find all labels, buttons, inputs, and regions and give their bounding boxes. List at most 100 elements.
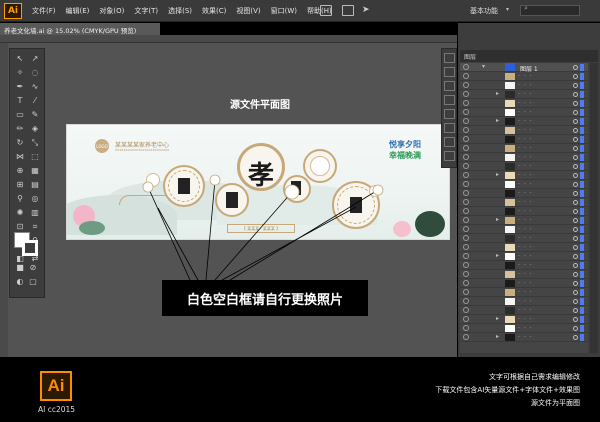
menu-file[interactable]: 文件(F)	[32, 6, 56, 16]
target-circle-icon[interactable]	[573, 272, 578, 277]
lasso-tool-icon[interactable]: ◌	[29, 67, 41, 79]
eraser-tool-icon[interactable]: ◈	[29, 123, 41, 135]
target-circle-icon[interactable]	[573, 281, 578, 286]
target-circle-icon[interactable]	[573, 254, 578, 259]
selection-tool-icon[interactable]: ↖	[14, 53, 26, 65]
transparency-panel-icon[interactable]	[444, 137, 455, 147]
workspace-switcher[interactable]: 基本功能	[470, 6, 498, 16]
swatches-panel-icon[interactable]	[444, 67, 455, 77]
target-circle-icon[interactable]	[573, 137, 578, 142]
menu-select[interactable]: 选择(S)	[168, 6, 192, 16]
chevron-right-icon[interactable]: ▸	[496, 315, 499, 322]
target-circle-icon[interactable]	[573, 65, 578, 70]
target-circle-icon[interactable]	[573, 92, 578, 97]
pencil-tool-icon[interactable]: ✏	[14, 123, 26, 135]
menu-object[interactable]: 对象(O)	[99, 6, 124, 16]
target-circle-icon[interactable]	[573, 308, 578, 313]
perspective-grid-icon[interactable]: ▦	[29, 165, 41, 177]
menu-effect[interactable]: 效果(C)	[202, 6, 226, 16]
visibility-eye-icon[interactable]	[463, 316, 469, 322]
scale-tool-icon[interactable]: ⤡	[29, 137, 41, 149]
visibility-eye-icon[interactable]	[463, 91, 469, 97]
visibility-eye-icon[interactable]	[463, 298, 469, 304]
symbol-sprayer-icon[interactable]: ✺	[14, 207, 26, 219]
visibility-eye-icon[interactable]	[463, 181, 469, 187]
target-circle-icon[interactable]	[573, 299, 578, 304]
target-circle-icon[interactable]	[573, 290, 578, 295]
curvature-tool-icon[interactable]: ∿	[29, 81, 41, 93]
blank-photo-frame[interactable]	[146, 173, 160, 187]
arrange-documents-icon[interactable]	[342, 5, 354, 16]
target-circle-icon[interactable]	[573, 218, 578, 223]
target-circle-icon[interactable]	[573, 182, 578, 187]
color-panel-icon[interactable]	[444, 53, 455, 63]
visibility-eye-icon[interactable]	[463, 253, 469, 259]
chevron-down-icon[interactable]: ▾	[482, 63, 485, 70]
gradient-panel-icon[interactable]	[444, 123, 455, 133]
brushes-panel-icon[interactable]	[444, 81, 455, 91]
visibility-eye-icon[interactable]	[463, 64, 469, 70]
target-circle-icon[interactable]	[573, 227, 578, 232]
target-circle-icon[interactable]	[573, 173, 578, 178]
menu-edit[interactable]: 编辑(E)	[66, 6, 90, 16]
color-mode-icon[interactable]: ■	[14, 262, 26, 274]
target-circle-icon[interactable]	[573, 101, 578, 106]
visibility-eye-icon[interactable]	[463, 289, 469, 295]
target-circle-icon[interactable]	[573, 317, 578, 322]
eyedropper-icon[interactable]: ⚲	[14, 193, 26, 205]
screen-mode-icon[interactable]: ▢	[27, 276, 39, 288]
target-circle-icon[interactable]	[573, 263, 578, 268]
target-circle-icon[interactable]	[573, 326, 578, 331]
menu-window[interactable]: 窗口(W)	[271, 6, 297, 16]
target-circle-icon[interactable]	[573, 191, 578, 196]
visibility-eye-icon[interactable]	[463, 136, 469, 142]
layers-list[interactable]: ▾ 图层 1 . . .. . . ▸. . .. . .. . . ▸. . ..…	[460, 63, 588, 353]
mesh-tool-icon[interactable]: ⊞	[14, 179, 26, 191]
visibility-eye-icon[interactable]	[463, 262, 469, 268]
target-circle-icon[interactable]	[573, 110, 578, 115]
visibility-eye-icon[interactable]	[463, 190, 469, 196]
menu-view[interactable]: 视图(V)	[236, 6, 260, 16]
draw-mode-icon[interactable]: ◐	[14, 276, 26, 288]
visibility-eye-icon[interactable]	[463, 109, 469, 115]
menu-type[interactable]: 文字(T)	[134, 6, 158, 16]
visibility-eye-icon[interactable]	[463, 163, 469, 169]
stroke-panel-icon[interactable]	[444, 109, 455, 119]
blank-photo-frame[interactable]	[310, 156, 330, 176]
visibility-eye-icon[interactable]	[463, 334, 469, 340]
chevron-right-icon[interactable]: ▸	[496, 171, 499, 178]
layers-scrollbar[interactable]	[590, 63, 598, 353]
visibility-eye-icon[interactable]	[463, 172, 469, 178]
search-input[interactable]	[520, 5, 580, 16]
target-circle-icon[interactable]	[573, 200, 578, 205]
document-tab[interactable]: 养老文化墙.ai @ 15.02% (CMYK/GPU 预览)	[0, 23, 160, 35]
target-circle-icon[interactable]	[573, 245, 578, 250]
slice-tool-icon[interactable]: ⌗	[29, 221, 41, 233]
visibility-eye-icon[interactable]	[463, 127, 469, 133]
target-circle-icon[interactable]	[573, 209, 578, 214]
visibility-eye-icon[interactable]	[463, 199, 469, 205]
target-circle-icon[interactable]	[573, 155, 578, 160]
layer-row[interactable]: ▸ . . .	[460, 332, 588, 342]
chevron-right-icon[interactable]: ▸	[496, 216, 499, 223]
visibility-eye-icon[interactable]	[463, 154, 469, 160]
chevron-right-icon[interactable]: ▸	[496, 333, 499, 340]
artboard[interactable]: LOGO 某某某某家养老中心 Xxxxxxxxxxxxxxxxxxxxxxxxx…	[66, 124, 450, 240]
free-transform-icon[interactable]: ⬚	[29, 151, 41, 163]
visibility-eye-icon[interactable]	[463, 82, 469, 88]
magic-wand-icon[interactable]: ✧	[14, 67, 26, 79]
visibility-eye-icon[interactable]	[463, 325, 469, 331]
target-circle-icon[interactable]	[573, 335, 578, 340]
visibility-eye-icon[interactable]	[463, 280, 469, 286]
appearance-panel-icon[interactable]	[444, 151, 455, 161]
visibility-eye-icon[interactable]	[463, 235, 469, 241]
stroke-color-swatch[interactable]	[22, 240, 38, 256]
chevron-right-icon[interactable]: ▸	[496, 117, 499, 124]
target-circle-icon[interactable]	[573, 119, 578, 124]
layers-panel-title[interactable]: 图层	[464, 54, 476, 61]
chevron-right-icon[interactable]: ▸	[496, 252, 499, 259]
visibility-eye-icon[interactable]	[463, 244, 469, 250]
gradient-tool-icon[interactable]: ▤	[29, 179, 41, 191]
visibility-eye-icon[interactable]	[463, 217, 469, 223]
target-circle-icon[interactable]	[573, 128, 578, 133]
